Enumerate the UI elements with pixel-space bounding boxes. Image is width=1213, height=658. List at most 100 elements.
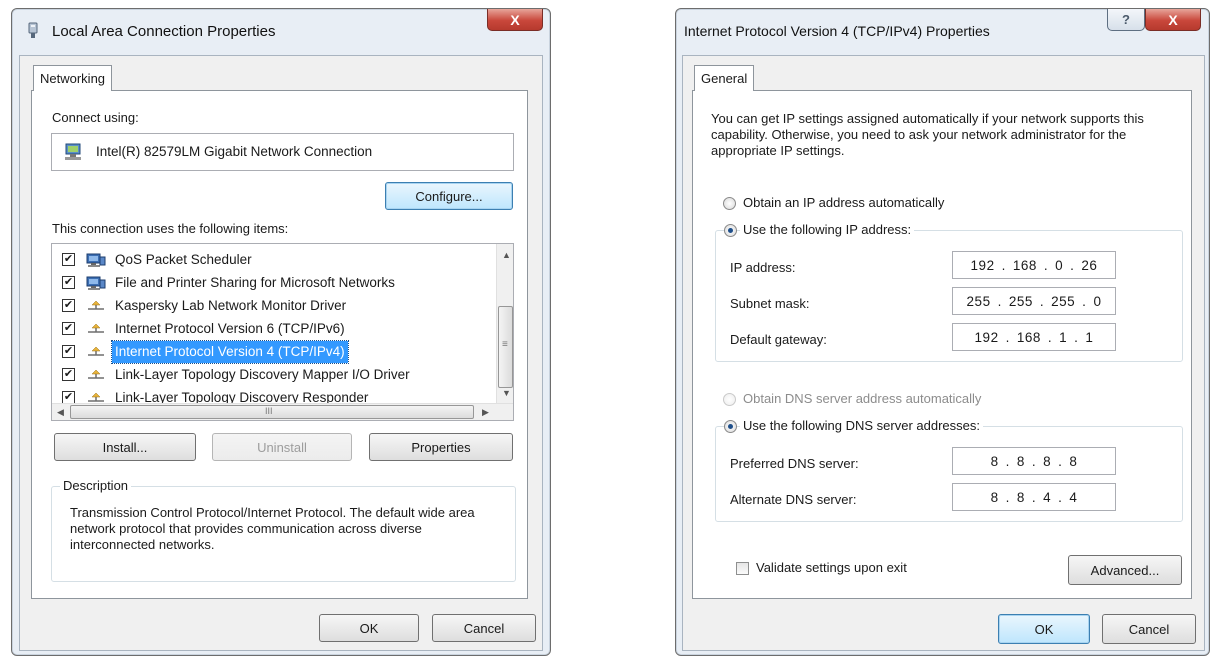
ip-address-group: Use the following IP address: IP address… — [715, 222, 1183, 362]
hscroll-thumb[interactable]: III — [70, 405, 474, 419]
close-button[interactable]: X — [487, 9, 543, 31]
ip-octet: 168 — [1012, 257, 1037, 273]
dialog-body: General You can get IP settings assigned… — [682, 55, 1205, 651]
ip-octet: 8 — [990, 489, 999, 505]
ip-octet: 192 — [970, 257, 995, 273]
ip-dot: . — [997, 293, 1002, 309]
cancel-button[interactable]: Cancel — [1102, 614, 1196, 644]
description-group: Description Transmission Control Protoco… — [51, 478, 516, 582]
obtain-ip-auto-radio[interactable] — [723, 197, 736, 210]
ip-octet: 168 — [1016, 329, 1041, 345]
ip-octet: 8 — [1016, 453, 1025, 469]
ip-dot: . — [1031, 489, 1037, 505]
ip-dot: . — [1005, 489, 1010, 505]
ip-address-input[interactable]: 192. 168. 0. 26 — [952, 251, 1116, 279]
preferred-dns-input[interactable]: 8. 8. 8. 8 — [952, 447, 1116, 475]
dialog-title: Local Area Connection Properties — [52, 23, 276, 40]
adapter-field: Intel(R) 82579LM Gigabit Network Connect… — [51, 133, 514, 171]
description-legend: Description — [60, 478, 132, 493]
local-area-connection-properties-dialog: Local Area Connection Properties X Netwo… — [11, 8, 551, 656]
use-following-ip-radio[interactable] — [724, 224, 737, 237]
hscroll-grip-icon: III — [265, 406, 273, 416]
use-following-dns-radio[interactable] — [724, 420, 737, 433]
item-checkbox[interactable]: ✔ — [62, 322, 75, 335]
item-label: QoS Packet Scheduler — [115, 252, 252, 267]
item-checkbox[interactable]: ✔ — [62, 253, 75, 266]
networking-panel: Connect using: Intel(R) 82579LM Gigabit … — [31, 90, 528, 599]
tab-general[interactable]: General — [694, 65, 755, 91]
horizontal-scrollbar[interactable]: ◀ III ▶ — [52, 403, 513, 420]
cancel-button[interactable]: Cancel — [432, 614, 536, 642]
ip-octet: 4 — [1043, 489, 1052, 505]
ip-octet: 0 — [1093, 293, 1102, 309]
dialog-body: Networking Connect using: Intel(R) 82579… — [19, 55, 543, 651]
scroll-thumb[interactable]: ≡ — [498, 306, 513, 388]
scroll-grip-icon: ≡ — [502, 339, 508, 350]
ip-dot: . — [1005, 329, 1010, 345]
ip-octet: 255 — [966, 293, 991, 309]
ip-octet: 1 — [1085, 329, 1094, 345]
subnet-mask-input[interactable]: 255. 255. 255. 0 — [952, 287, 1116, 315]
description-text: Transmission Control Protocol/Internet P… — [70, 505, 475, 552]
item-checkbox[interactable]: ✔ — [62, 276, 75, 289]
ip-address-label: IP address: — [730, 260, 796, 275]
close-icon: X — [510, 11, 520, 28]
obtain-dns-auto-label[interactable]: Obtain DNS server address automatically — [743, 391, 981, 406]
ip-dot: . — [1039, 293, 1045, 309]
item-checkbox[interactable]: ✔ — [62, 345, 75, 358]
configure-button[interactable]: Configure... — [385, 182, 513, 210]
vertical-scrollbar[interactable]: ▲ ≡ ▼ — [496, 244, 513, 404]
ok-button[interactable]: OK — [998, 614, 1090, 644]
title-bar[interactable]: Internet Protocol Version 4 (TCP/IPv4) P… — [676, 9, 1209, 55]
item-label: Internet Protocol Version 4 (TCP/IPv4) — [111, 340, 349, 364]
item-label: Kaspersky Lab Network Monitor Driver — [115, 298, 347, 313]
advanced-button[interactable]: Advanced... — [1068, 555, 1182, 585]
ip-dot: . — [1058, 489, 1063, 505]
tab-networking[interactable]: Networking — [33, 65, 113, 91]
scroll-down-icon[interactable]: ▼ — [502, 388, 511, 398]
ok-button[interactable]: OK — [319, 614, 419, 642]
use-following-ip-label[interactable]: Use the following IP address: — [740, 222, 915, 237]
scroll-right-icon[interactable]: ▶ — [482, 407, 489, 418]
general-panel: You can get IP settings assigned automat… — [692, 90, 1192, 599]
scroll-up-icon[interactable]: ▲ — [502, 250, 511, 260]
ip-dot: . — [1001, 257, 1006, 273]
protocol-icon — [88, 369, 104, 379]
item-label: Link-Layer Topology Discovery Mapper I/O… — [115, 367, 410, 382]
ip-dot: . — [1070, 257, 1075, 273]
network-service-icon — [86, 276, 106, 290]
close-button[interactable]: X — [1145, 9, 1201, 31]
obtain-ip-auto-label[interactable]: Obtain an IP address automatically — [743, 195, 944, 210]
adapter-name: Intel(R) 82579LM Gigabit Network Connect… — [96, 144, 373, 159]
close-icon: X — [1168, 11, 1178, 28]
obtain-dns-auto-radio[interactable] — [723, 393, 736, 406]
help-button[interactable]: ? — [1107, 9, 1145, 31]
alternate-dns-input[interactable]: 8. 8. 4. 4 — [952, 483, 1116, 511]
protocol-icon — [88, 346, 104, 356]
item-label: Internet Protocol Version 6 (TCP/IPv6) — [115, 321, 345, 336]
protocol-icon — [88, 300, 104, 310]
properties-button[interactable]: Properties — [369, 433, 513, 461]
ip-octet: 255 — [1051, 293, 1076, 309]
ip-octet: 192 — [974, 329, 999, 345]
network-adapter-icon — [65, 143, 81, 160]
use-following-dns-label[interactable]: Use the following DNS server addresses: — [740, 418, 983, 433]
dns-group: Use the following DNS server addresses: … — [715, 418, 1183, 522]
install-button[interactable]: Install... — [54, 433, 196, 461]
validate-checkbox[interactable] — [736, 562, 749, 575]
scroll-left-icon[interactable]: ◀ — [57, 407, 64, 418]
network-connection-icon — [28, 22, 38, 38]
ip-dot: . — [1074, 329, 1079, 345]
item-checkbox[interactable]: ✔ — [62, 368, 75, 381]
uninstall-button[interactable]: Uninstall — [212, 433, 352, 461]
title-bar[interactable]: Local Area Connection Properties X — [12, 9, 550, 55]
item-label: File and Printer Sharing for Microsoft N… — [115, 275, 395, 290]
ip-octet: 255 — [1008, 293, 1033, 309]
ip-octet: 8 — [1016, 489, 1025, 505]
validate-label[interactable]: Validate settings upon exit — [756, 560, 907, 575]
ip-octet: 4 — [1069, 489, 1078, 505]
items-list: ✔ QoS Packet Scheduler ✔ File and Printer S… — [51, 243, 514, 421]
default-gateway-input[interactable]: 192. 168. 1. 1 — [952, 323, 1116, 351]
ipv4-properties-dialog: Internet Protocol Version 4 (TCP/IPv4) P… — [675, 8, 1210, 656]
item-checkbox[interactable]: ✔ — [62, 299, 75, 312]
